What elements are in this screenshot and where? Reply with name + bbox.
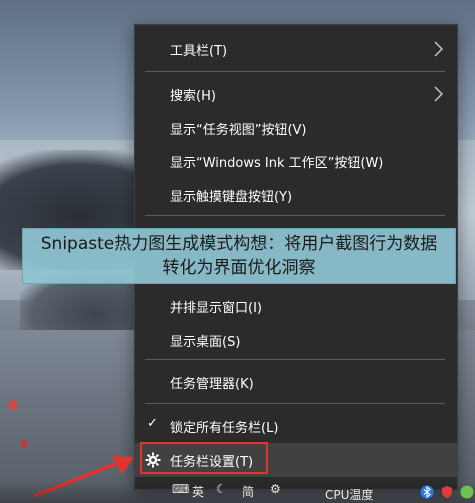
menu-divider xyxy=(145,403,445,404)
menu-item-lock-taskbars[interactable]: ✓ 锁定所有任务栏(L) xyxy=(135,409,457,443)
menu-item-label: 搜索(H) xyxy=(170,88,216,104)
menu-item-show-desktop[interactable]: 显示桌面(S) xyxy=(135,323,457,357)
menu-divider xyxy=(145,359,445,360)
menu-divider xyxy=(145,215,445,216)
menu-item-side-by-side[interactable]: 并排显示窗口(I) xyxy=(135,289,457,323)
cpu-temperature-label: CPU温度 xyxy=(325,488,374,502)
menu-item-task-manager[interactable]: 任务管理器(K) xyxy=(135,365,457,399)
menu-item-label: 显示“Windows Ink 工作区”按钮(W) xyxy=(170,155,384,171)
menu-item-label: 显示“任务视图”按钮(V) xyxy=(170,122,307,138)
menu-divider xyxy=(145,71,445,72)
wallpaper-detail xyxy=(8,400,18,410)
menu-item-label: 任务管理器(K) xyxy=(170,376,254,392)
menu-item-show-windows-ink[interactable]: 显示“Windows Ink 工作区”按钮(W) xyxy=(135,144,457,178)
moon-icon[interactable]: ☾ xyxy=(216,482,227,496)
menu-item-label: 并排显示窗口(I) xyxy=(170,300,262,316)
banner-line: Snipaste热力图生成模式构想：将用户截图行为数据 xyxy=(40,234,438,254)
bluetooth-icon[interactable] xyxy=(420,484,434,499)
chevron-right-icon xyxy=(434,86,443,102)
shield-icon[interactable] xyxy=(440,484,454,498)
menu-item-show-touch-keyboard[interactable]: 显示触摸键盘按钮(Y) xyxy=(135,178,457,212)
menu-item-toolbars[interactable]: 工具栏(T) xyxy=(135,32,457,66)
checkmark-icon: ✓ xyxy=(147,416,158,431)
wallpaper-detail xyxy=(20,440,28,448)
annotation-highlight-box xyxy=(140,442,268,474)
taskbar-strip xyxy=(0,480,475,503)
ime-mode-indicator[interactable]: 简 xyxy=(242,483,254,500)
menu-item-label: 显示桌面(S) xyxy=(170,334,241,350)
menu-item-label: 锁定所有任务栏(L) xyxy=(170,420,279,436)
chevron-right-icon xyxy=(434,41,443,57)
overlay-caption-banner: Snipaste热力图生成模式构想：将用户截图行为数据 转化为界面优化洞察 xyxy=(22,228,456,284)
gear-icon[interactable]: ⚙ xyxy=(270,482,281,496)
menu-item-search[interactable]: 搜索(H) xyxy=(135,77,457,111)
app-tray-icon[interactable] xyxy=(460,484,474,499)
menu-item-label: 显示触摸键盘按钮(Y) xyxy=(170,189,293,205)
banner-line: 转化为界面优化洞察 xyxy=(162,258,316,278)
menu-item-show-task-view[interactable]: 显示“任务视图”按钮(V) xyxy=(135,111,457,145)
ime-indicator[interactable]: 英 xyxy=(192,483,204,500)
menu-item-label: 工具栏(T) xyxy=(170,43,228,59)
keyboard-icon[interactable]: ⌨ xyxy=(172,482,189,496)
